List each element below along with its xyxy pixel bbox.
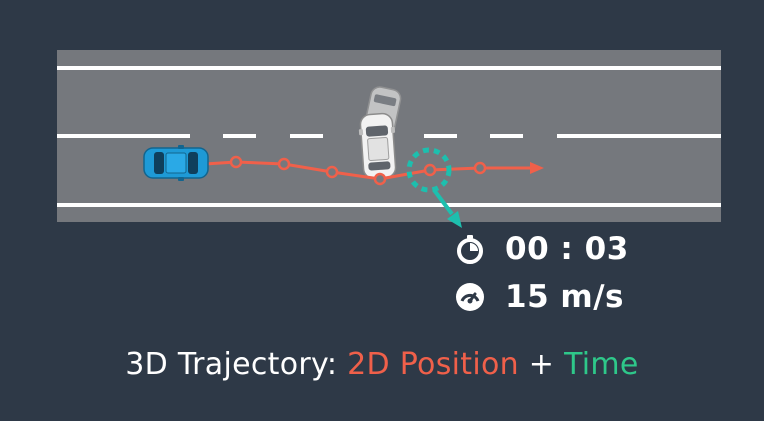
trajectory-point bbox=[373, 172, 387, 186]
speedometer-icon bbox=[456, 283, 484, 311]
time-readout: 00 : 03 bbox=[455, 231, 629, 267]
speed-readout: 15 m/s bbox=[455, 279, 624, 315]
trajectory-point bbox=[423, 163, 437, 177]
caption-prefix: 3D Trajectory: bbox=[125, 347, 348, 382]
trajectory-point bbox=[229, 155, 243, 169]
caption: 3D Trajectory: 2D Position + Time bbox=[0, 347, 764, 382]
stopwatch-icon bbox=[457, 235, 483, 264]
caption-position: 2D Position bbox=[347, 347, 519, 382]
trajectory-point bbox=[325, 165, 339, 179]
trajectory-point bbox=[277, 157, 291, 171]
caption-plus: + bbox=[518, 347, 565, 382]
lane-line-bottom bbox=[57, 203, 721, 207]
time-value: 00 : 03 bbox=[505, 231, 629, 267]
diagram-canvas: 00 : 03 15 m/s 3D Trajectory: 2D Positio… bbox=[0, 0, 764, 421]
trajectory-point bbox=[473, 161, 487, 175]
other-car bbox=[358, 112, 397, 180]
ego-car bbox=[143, 145, 209, 181]
caption-time: Time bbox=[564, 347, 639, 382]
speed-value: 15 m/s bbox=[505, 279, 625, 315]
lane-line-top bbox=[57, 66, 721, 70]
